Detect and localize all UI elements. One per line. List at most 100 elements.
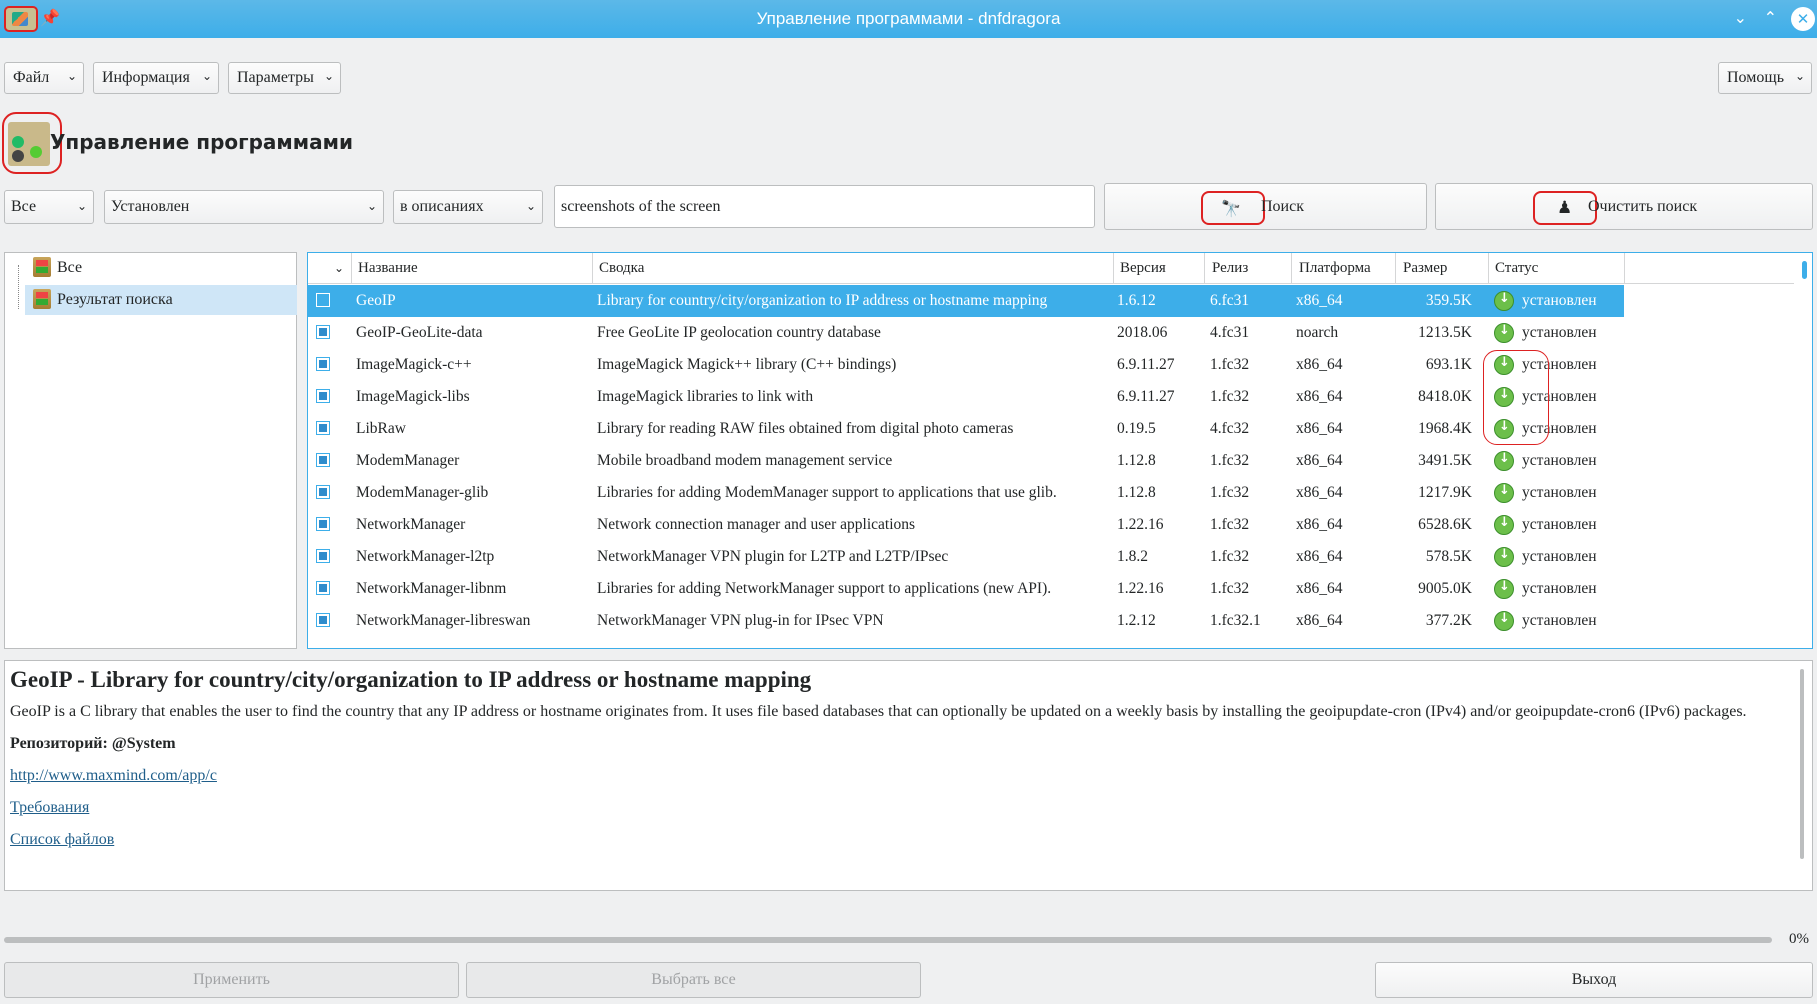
menu-file[interactable]: Файл ⌄ (4, 62, 84, 94)
cell-name: ImageMagick-c++ (356, 356, 472, 373)
column-status[interactable]: Статус (1495, 260, 1538, 277)
cell-version: 1.12.8 (1117, 484, 1156, 501)
row-checkbox[interactable] (316, 389, 330, 403)
installed-status-icon (1494, 483, 1514, 503)
cell-platform: x86_64 (1296, 420, 1343, 437)
cell-release: 4.fc32 (1210, 420, 1250, 437)
search-button[interactable]: 🔭 Поиск (1104, 183, 1427, 230)
cell-summary: Free GeoLite IP geolocation country data… (597, 324, 881, 341)
table-scrollbar[interactable] (1800, 255, 1810, 645)
cell-summary: Network connection manager and user appl… (597, 516, 916, 533)
cell-size: 9005.0K (1418, 580, 1472, 597)
row-checkbox[interactable] (316, 325, 330, 339)
cell-size: 6528.6K (1418, 516, 1472, 533)
cell-platform: x86_64 (1296, 388, 1343, 405)
table-header: ⌄ Название Сводка Версия Релиз Платформа… (308, 253, 1794, 284)
cell-summary: ImageMagick libraries to link with (597, 388, 814, 405)
cell-version: 1.22.16 (1117, 580, 1164, 597)
cell-status: установлен (1522, 612, 1597, 629)
row-checkbox[interactable] (316, 453, 330, 467)
progress-percent: 0% (1789, 931, 1809, 947)
table-row[interactable]: ModemManager Mobile broadband modem manag… (308, 445, 1624, 477)
chevron-down-icon: ⌄ (66, 69, 77, 83)
row-checkbox[interactable] (316, 517, 330, 531)
package-group-icon (33, 257, 51, 277)
row-checkbox[interactable] (316, 485, 330, 499)
package-table: ⌄ Название Сводка Версия Релиз Платформа… (307, 252, 1813, 649)
table-row[interactable]: NetworkManager Network connection manager… (308, 509, 1624, 541)
cell-version: 1.8.2 (1117, 548, 1148, 565)
details-scrollbar[interactable] (1800, 669, 1804, 859)
select-all-button[interactable]: Выбрать все (466, 962, 921, 998)
field-select[interactable]: в описаниях ⌄ (393, 190, 543, 224)
tree-item-all[interactable]: Все (25, 253, 297, 283)
cell-release: 6.fc31 (1210, 292, 1250, 309)
table-row[interactable]: ImageMagick-libs ImageMagick libraries to… (308, 381, 1624, 413)
state-select[interactable]: Установлен ⌄ (104, 190, 384, 224)
row-checkbox[interactable] (316, 613, 330, 627)
search-input[interactable] (554, 185, 1095, 228)
cell-status: установлен (1522, 292, 1597, 309)
cell-summary: NetworkManager VPN plugin for L2TP and L… (597, 548, 949, 565)
column-platform[interactable]: Платформа (1299, 260, 1371, 277)
table-row[interactable]: ImageMagick-c++ ImageMagick Magick++ libr… (308, 349, 1624, 381)
state-select-value: Установлен (111, 198, 190, 215)
cell-version: 6.9.11.27 (1117, 388, 1175, 405)
row-checkbox[interactable] (316, 421, 330, 435)
table-row[interactable]: ModemManager-glib Libraries for adding Mo… (308, 477, 1624, 509)
column-summary[interactable]: Сводка (599, 260, 644, 277)
minimize-icon[interactable]: ⌄ (1734, 8, 1747, 27)
select-all-chevron-icon[interactable]: ⌄ (334, 261, 344, 275)
chevron-down-icon: ⌄ (366, 199, 377, 213)
maximize-icon[interactable]: ⌃ (1764, 8, 1777, 27)
table-row[interactable]: LibRaw Library for reading RAW files obta… (308, 413, 1624, 445)
row-checkbox[interactable] (316, 581, 330, 595)
cell-summary: Mobile broadband modem management servic… (597, 452, 893, 469)
cell-status: установлен (1522, 484, 1597, 501)
cell-version: 1.22.16 (1117, 516, 1164, 533)
cell-platform: x86_64 (1296, 612, 1343, 629)
title-bar: 📌 Управление программами - dnfdragora ⌄ … (0, 0, 1817, 38)
table-row[interactable]: NetworkManager-libnm Libraries for adding… (308, 573, 1624, 605)
exit-button[interactable]: Выход (1375, 962, 1813, 998)
clear-search-button[interactable]: ♟ Очистить поиск (1435, 183, 1813, 230)
details-url-link[interactable]: http://www.maxmind.com/app/c (10, 767, 217, 784)
row-checkbox[interactable] (316, 357, 330, 371)
table-row[interactable]: NetworkManager-l2tp NetworkManager VPN pl… (308, 541, 1624, 573)
menu-info[interactable]: Информация ⌄ (93, 62, 219, 94)
binoculars-icon: 🔭 (1201, 191, 1265, 225)
cell-status: установлен (1522, 324, 1597, 341)
cell-size: 1213.5K (1418, 324, 1472, 341)
details-requirements-link[interactable]: Требования (10, 799, 89, 816)
cell-summary: Library for country/city/organization to… (597, 292, 1048, 309)
installed-status-icon (1494, 611, 1514, 631)
cell-platform: x86_64 (1296, 484, 1343, 501)
group-tree: Все Результат поиска (4, 252, 297, 649)
apply-button[interactable]: Применить (4, 962, 459, 998)
search-button-label: Поиск (1261, 198, 1304, 215)
details-repository: Репозиторий: @System (10, 735, 176, 752)
row-checkbox[interactable] (316, 549, 330, 563)
details-file-list-link[interactable]: Список файлов (10, 831, 114, 848)
cell-platform: x86_64 (1296, 580, 1343, 597)
cell-status: установлен (1522, 452, 1597, 469)
cell-name: ImageMagick-libs (356, 388, 470, 405)
cell-platform: x86_64 (1296, 356, 1343, 373)
table-row[interactable]: GeoIP Library for country/city/organizati… (308, 285, 1624, 317)
table-row[interactable]: GeoIP-GeoLite-data Free GeoLite IP geoloc… (308, 317, 1624, 349)
column-name[interactable]: Название (358, 260, 418, 277)
row-checkbox[interactable] (316, 293, 330, 307)
column-size[interactable]: Размер (1403, 260, 1447, 277)
scope-select[interactable]: Все ⌄ (4, 190, 94, 224)
menu-help[interactable]: Помощь ⌄ (1718, 62, 1812, 94)
column-version[interactable]: Версия (1120, 260, 1166, 277)
column-release[interactable]: Релиз (1212, 260, 1248, 277)
cell-size: 693.1K (1425, 356, 1472, 373)
close-icon[interactable]: ✕ (1791, 7, 1815, 31)
cell-release: 1.fc32 (1210, 484, 1250, 501)
table-row[interactable]: NetworkManager-libreswan NetworkManager V… (308, 605, 1624, 637)
table-scrollbar-thumb[interactable] (1802, 261, 1807, 279)
menu-params[interactable]: Параметры ⌄ (228, 62, 341, 94)
tree-item-search-results[interactable]: Результат поиска (25, 285, 297, 315)
installed-status-icon (1494, 323, 1514, 343)
